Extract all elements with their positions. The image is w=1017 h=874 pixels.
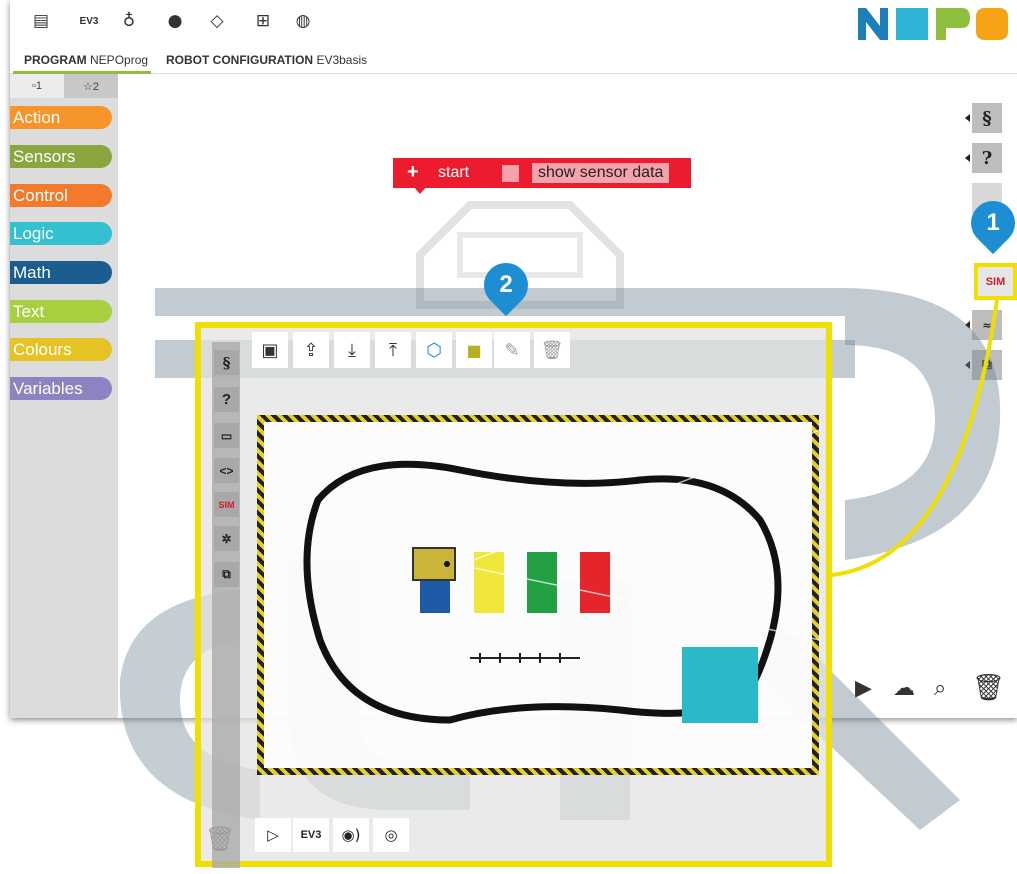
ruler: [470, 653, 580, 663]
simulated-robot[interactable]: [412, 547, 456, 581]
marker-1-label: 1: [986, 209, 1000, 236]
sim-play-button[interactable]: ▷: [255, 818, 291, 852]
sim-ev3-button[interactable]: EV3: [293, 818, 329, 852]
cyan-obstacle[interactable]: [682, 647, 758, 723]
sim-location-button[interactable]: ◎: [373, 818, 409, 852]
marker-2-label: 2: [499, 271, 513, 298]
yellow-color-patch[interactable]: [474, 552, 504, 613]
sim-trash-icon[interactable]: 🗑: [205, 825, 235, 854]
sim-button-highlight[interactable]: SIM: [974, 263, 1017, 300]
simulation-scene: [303, 429, 821, 724]
sim-sound-button[interactable]: ◉): [333, 818, 369, 852]
blue-color-patch[interactable]: [420, 580, 450, 613]
red-color-patch[interactable]: [580, 552, 610, 613]
